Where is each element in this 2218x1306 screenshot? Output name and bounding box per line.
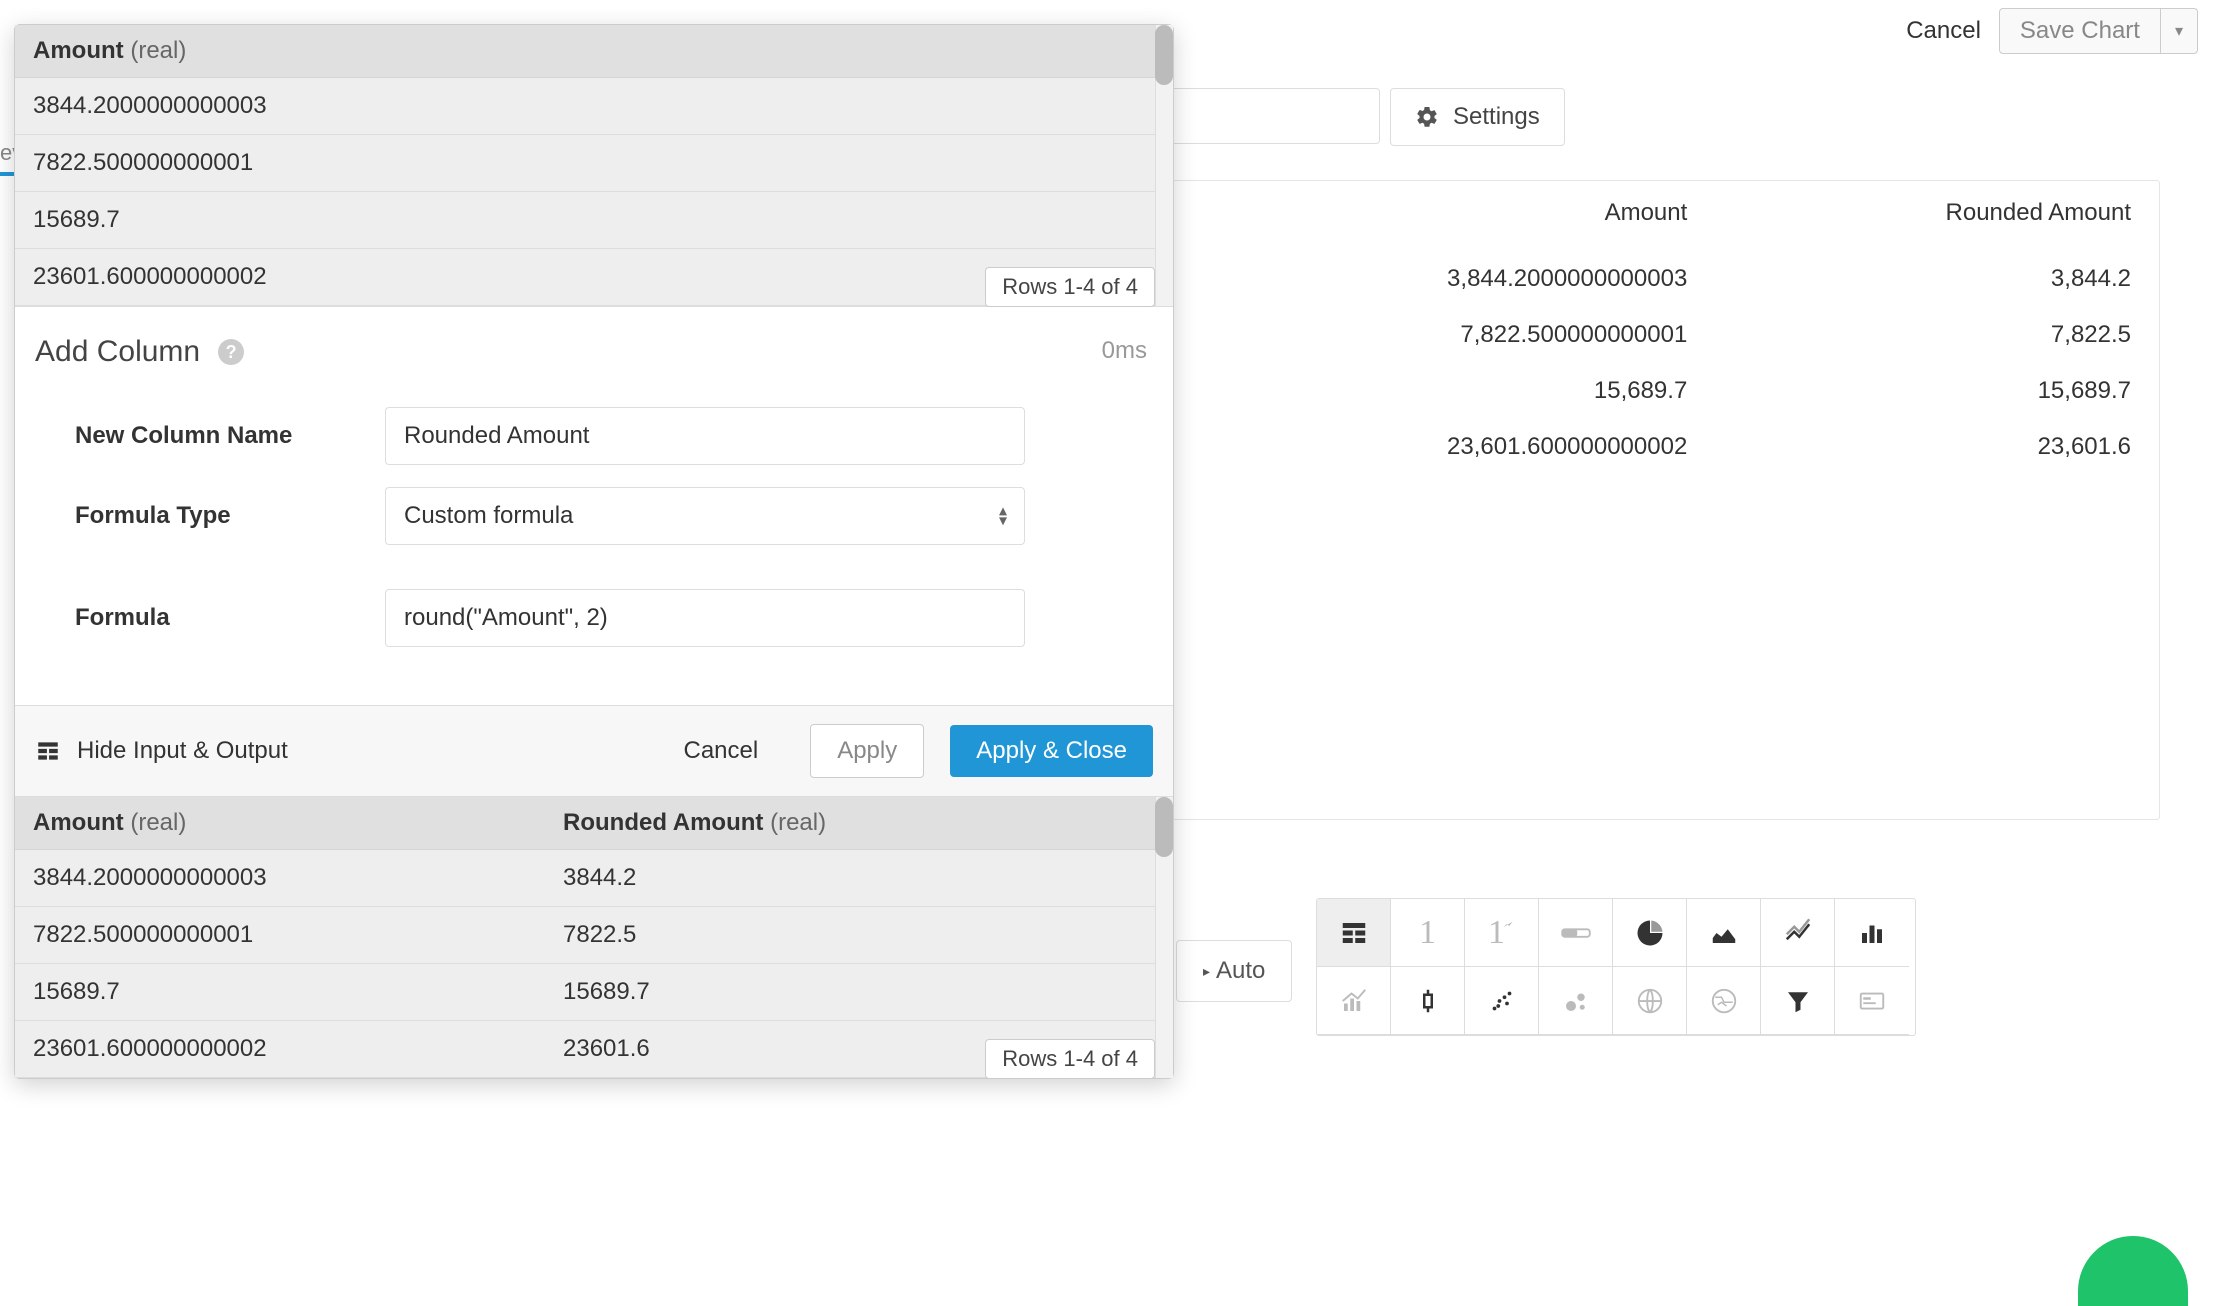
viz-line-icon[interactable]: [1761, 899, 1835, 967]
preview-row: 3844.20000000000033844.2: [15, 850, 1173, 907]
settings-button[interactable]: Settings: [1390, 88, 1565, 146]
viz-bubble-icon[interactable]: [1539, 967, 1613, 1035]
input-col-type: (real): [130, 37, 186, 64]
save-chart-group: Save Chart ▾: [1999, 8, 2198, 54]
viz-card-icon[interactable]: [1835, 967, 1909, 1035]
hide-io-label: Hide Input & Output: [77, 737, 288, 765]
cancel-button[interactable]: Cancel: [657, 725, 784, 777]
new-column-input[interactable]: [385, 407, 1025, 465]
apply-close-button[interactable]: Apply & Close: [950, 725, 1153, 777]
table-row: 15,689.715,689.7: [1171, 363, 2159, 419]
viz-funnel-icon[interactable]: [1761, 967, 1835, 1035]
save-chart-button[interactable]: Save Chart: [2000, 9, 2161, 53]
formula-label: Formula: [75, 604, 385, 632]
viz-progress-icon[interactable]: [1539, 899, 1613, 967]
viz-bar-icon[interactable]: [1835, 899, 1909, 967]
output-col1-name[interactable]: Amount: [33, 809, 124, 836]
preview-row: 7822.500000000001: [15, 135, 1173, 192]
results-table: Amount Rounded Amount 3,844.200000000000…: [1170, 180, 2160, 820]
add-column-popover: Amount (real) 3844.2000000000003 7822.50…: [14, 24, 1174, 1079]
apply-button[interactable]: Apply: [810, 724, 924, 778]
output-col1-type: (real): [130, 809, 186, 836]
input-rows-badge: Rows 1-4 of 4: [985, 267, 1155, 307]
formula-type-label: Formula Type: [75, 502, 385, 530]
save-chart-caret[interactable]: ▾: [2161, 9, 2197, 53]
preview-row: 7822.5000000000017822.5: [15, 907, 1173, 964]
output-col2-type: (real): [770, 809, 826, 836]
new-column-label: New Column Name: [75, 422, 385, 450]
viz-bignumber-icon[interactable]: 1: [1391, 899, 1465, 967]
chevron-right-icon: ▸: [1203, 963, 1210, 980]
output-preview: Amount (real) Rounded Amount (real) 3844…: [15, 796, 1173, 1078]
input-preview: Amount (real) 3844.2000000000003 7822.50…: [15, 25, 1173, 307]
viz-choropleth-icon[interactable]: [1687, 967, 1761, 1035]
viz-pie-icon[interactable]: [1613, 899, 1687, 967]
output-rows-badge: Rows 1-4 of 4: [985, 1039, 1155, 1079]
viz-trend-number-icon[interactable]: 1: [1465, 899, 1539, 967]
settings-label: Settings: [1453, 103, 1540, 131]
auto-label: Auto: [1216, 957, 1265, 985]
preview-row: 15689.7: [15, 192, 1173, 249]
viz-area-icon[interactable]: [1687, 899, 1761, 967]
formula-input[interactable]: [385, 589, 1025, 647]
scrollbar[interactable]: [1155, 25, 1173, 306]
table-row: 7,822.5000000000017,822.5: [1171, 307, 2159, 363]
output-col2-name[interactable]: Rounded Amount: [563, 809, 763, 836]
chat-fab[interactable]: [2078, 1236, 2188, 1306]
viz-boxplot-icon[interactable]: [1391, 967, 1465, 1035]
preview-row: 3844.2000000000003: [15, 78, 1173, 135]
dialog-title: Add Column: [35, 335, 200, 369]
table-row: 23,601.60000000000223,601.6: [1171, 419, 2159, 475]
viz-combo-icon[interactable]: [1317, 967, 1391, 1035]
scrollbar[interactable]: [1155, 797, 1173, 1078]
auto-button[interactable]: ▸ Auto: [1176, 940, 1292, 1002]
formula-type-select[interactable]: Custom formula: [385, 487, 1025, 545]
table-icon: [35, 738, 61, 764]
results-col-amount[interactable]: Amount: [1171, 181, 1715, 251]
table-row: 3,844.20000000000033,844.2: [1171, 251, 2159, 307]
viz-table-icon[interactable]: [1317, 899, 1391, 967]
help-icon[interactable]: ?: [218, 339, 244, 365]
viz-type-toolbar: 1 1: [1316, 898, 1916, 1036]
preview-row: 15689.715689.7: [15, 964, 1173, 1021]
viz-scatter-icon[interactable]: [1465, 967, 1539, 1035]
results-col-rounded[interactable]: Rounded Amount: [1715, 181, 2159, 251]
viz-globe-icon[interactable]: [1613, 967, 1687, 1035]
hide-io-toggle[interactable]: Hide Input & Output: [35, 737, 288, 765]
top-cancel-link[interactable]: Cancel: [1906, 17, 1981, 45]
timing-label: 0ms: [1102, 337, 1147, 365]
chart-title-input[interactable]: [1170, 88, 1380, 144]
input-col-name[interactable]: Amount: [33, 37, 124, 64]
gear-icon: [1415, 105, 1439, 129]
